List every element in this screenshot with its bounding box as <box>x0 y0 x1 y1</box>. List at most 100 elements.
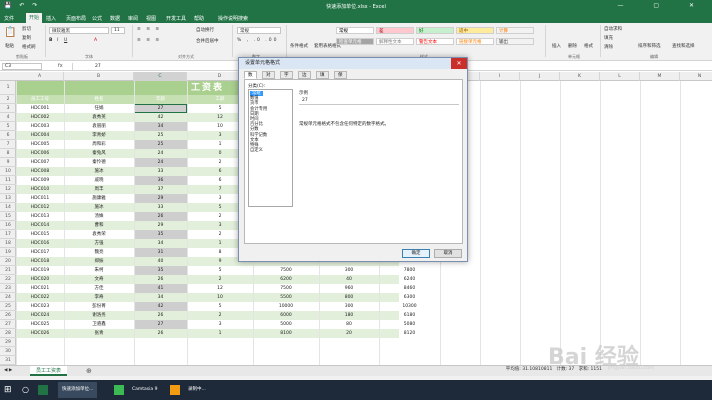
conditional-format-button[interactable]: 条件格式 <box>290 43 308 49</box>
table-cell[interactable]: 施冰 <box>64 167 134 176</box>
fill-button[interactable]: 填充 <box>604 35 613 41</box>
tab-9[interactable]: 帮助 <box>194 15 204 22</box>
format-painter-button[interactable]: 格式刷 <box>22 44 36 50</box>
column-header-J[interactable]: J <box>520 72 560 81</box>
tab-0[interactable]: 文件 <box>4 15 14 22</box>
table-cell[interactable]: 7500 <box>253 266 319 275</box>
category-item[interactable]: 自定义 <box>250 148 263 153</box>
table-cell[interactable]: HDC001 <box>16 104 64 113</box>
table-cell[interactable]: 34 <box>134 293 187 302</box>
add-sheet-icon[interactable]: ⊕ <box>86 367 92 375</box>
table-cell[interactable]: 37 <box>134 185 187 194</box>
font-size-select[interactable]: 11 <box>111 27 125 34</box>
tab-10[interactable]: 操作说明搜索 <box>218 15 248 22</box>
row-header-12[interactable]: 12 <box>0 185 16 194</box>
table-cell[interactable]: 6200 <box>253 275 319 284</box>
copy-button[interactable]: 复制 <box>22 35 31 41</box>
find-select-button[interactable]: 查找和选择 <box>672 43 695 49</box>
category-list[interactable]: 常规 数值 货币 会计专用 日期 时间 百分比 分数 科学记数 文本 特殊 自定义 <box>248 89 293 207</box>
column-header-A[interactable]: A <box>16 72 64 81</box>
sheet-tab[interactable]: 员工工资表 <box>30 366 68 376</box>
tab-7[interactable]: 视图 <box>146 15 156 22</box>
table-cell[interactable]: 5000 <box>253 320 319 329</box>
tab-1[interactable]: 开始 <box>26 13 43 23</box>
taskbar-item-excel[interactable]: 快速添加单位... <box>58 382 98 398</box>
table-cell[interactable]: 29 <box>134 221 187 230</box>
table-cell[interactable]: 戚晓 <box>64 176 134 185</box>
table-cell[interactable]: 80 <box>319 320 379 329</box>
table-cell[interactable]: 施康雅 <box>64 194 134 203</box>
table-cell[interactable]: 周和彩 <box>64 140 134 149</box>
table-cell[interactable]: 魏亮 <box>64 248 134 257</box>
table-cell[interactable]: 李奇 <box>64 293 134 302</box>
cell-style-8[interactable]: 链接单元格 <box>456 38 494 45</box>
row-header-2[interactable]: 2 <box>0 95 16 104</box>
table-cell[interactable]: 24 <box>134 158 187 167</box>
table-cell[interactable]: HDC020 <box>16 275 64 284</box>
insert-cells-button[interactable]: 插入 <box>552 43 561 49</box>
table-cell[interactable]: 41 <box>134 284 187 293</box>
table-cell[interactable]: HDC025 <box>16 320 64 329</box>
table-cell[interactable]: 2 <box>187 275 253 284</box>
table-cell[interactable]: 方强 <box>64 239 134 248</box>
table-cell[interactable]: 10000 <box>253 302 319 311</box>
table-cell[interactable]: 6000 <box>253 311 319 320</box>
table-cell[interactable]: 40 <box>134 257 187 266</box>
column-header-C[interactable]: C <box>134 72 187 81</box>
merge-center-button[interactable]: 合并后居中 <box>196 38 219 44</box>
excel-app-icon[interactable] <box>38 385 48 395</box>
column-header-I[interactable]: I <box>480 72 520 81</box>
table-cell[interactable]: 300 <box>319 266 379 275</box>
cancel-button[interactable]: 取消 <box>434 249 462 258</box>
table-cell[interactable]: 26 <box>134 311 187 320</box>
table-cell[interactable]: 180 <box>319 311 379 320</box>
table-cell[interactable]: 秦怜德 <box>64 158 134 167</box>
table-cell[interactable]: 33 <box>134 203 187 212</box>
row-header-11[interactable]: 11 <box>0 176 16 185</box>
number-format-icons[interactable]: % , .0 .00 <box>237 38 278 43</box>
wrap-text-button[interactable]: 自动换行 <box>196 27 214 33</box>
table-cell[interactable]: 8460 <box>379 284 440 293</box>
paste-button[interactable]: 粘贴 <box>5 43 14 49</box>
table-cell[interactable]: 郑振 <box>64 257 134 266</box>
sort-filter-button[interactable]: 排序和筛选 <box>638 43 661 49</box>
table-cell[interactable]: 5080 <box>379 320 440 329</box>
table-cell[interactable]: 8120 <box>379 329 440 338</box>
align-left-icons[interactable]: ≡ ≡ ≡ <box>137 38 161 43</box>
table-cell[interactable]: 6300 <box>379 293 440 302</box>
dialog-tab-3[interactable]: 边框 <box>298 71 311 86</box>
table-cell[interactable]: 10 <box>187 293 253 302</box>
table-cell[interactable]: HDC005 <box>16 140 64 149</box>
row-header-26[interactable]: 26 <box>0 311 16 320</box>
dialog-tab-1[interactable]: 对齐 <box>262 71 275 86</box>
table-cell[interactable]: 960 <box>319 284 379 293</box>
taskbar-item-recorder[interactable]: 录制中... <box>184 382 210 398</box>
table-cell[interactable]: 秦兔风 <box>64 149 134 158</box>
table-cell[interactable]: HDC012 <box>16 203 64 212</box>
row-header-19[interactable]: 19 <box>0 248 16 257</box>
row-header-16[interactable]: 16 <box>0 221 16 230</box>
row-header-30[interactable]: 30 <box>0 347 16 356</box>
align-top-icons[interactable]: ≡ ≡ ≡ <box>137 27 161 32</box>
row-header-31[interactable]: 31 <box>0 356 16 365</box>
table-cell[interactable]: 施冰 <box>64 203 134 212</box>
table-cell[interactable]: 7500 <box>253 284 319 293</box>
table-cell[interactable]: HDC017 <box>16 248 64 257</box>
autosum-button[interactable]: 自动求和 <box>604 26 622 32</box>
camtasia-app-icon[interactable] <box>114 385 124 395</box>
font-name-select[interactable]: 微软雅黑 <box>49 27 109 34</box>
table-cell[interactable]: 周丰 <box>64 185 134 194</box>
table-cell[interactable]: 300 <box>319 302 379 311</box>
underline-button[interactable]: U <box>64 38 67 43</box>
table-cell[interactable]: 5 <box>187 266 253 275</box>
table-cell[interactable]: 文奇 <box>64 275 134 284</box>
table-cell[interactable]: 方佳 <box>64 284 134 293</box>
window-controls[interactable]: — ▢ ✕ <box>617 2 708 9</box>
table-cell[interactable]: 26 <box>134 212 187 221</box>
table-cell[interactable]: HDC011 <box>16 194 64 203</box>
table-cell[interactable]: 42 <box>134 302 187 311</box>
number-format-select[interactable]: 常规 <box>237 27 281 34</box>
search-icon[interactable]: ○ <box>22 382 29 398</box>
bold-button[interactable]: B <box>49 38 52 43</box>
row-header-14[interactable]: 14 <box>0 203 16 212</box>
